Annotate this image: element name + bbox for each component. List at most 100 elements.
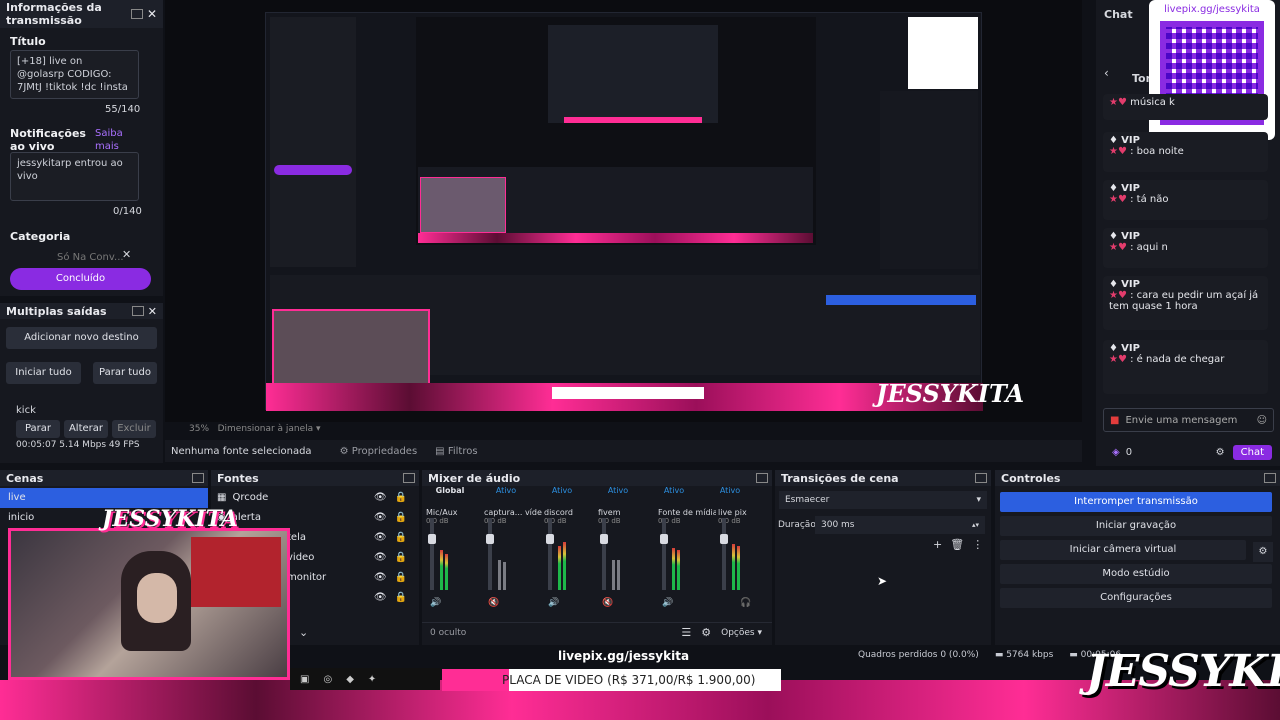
add-destination-button[interactable]: Adicionar novo destino <box>6 327 157 349</box>
lock-icon[interactable]: 🔒 <box>395 588 407 608</box>
float-icon[interactable] <box>1264 473 1276 483</box>
notifications-input[interactable]: jessykitarp entrou ao vivo <box>10 152 139 201</box>
nested-left-panel <box>270 17 356 267</box>
gem-icon: ♦ <box>1109 343 1118 354</box>
category-clear-icon[interactable]: ✕ <box>122 248 131 261</box>
gem-icon: ♦ <box>1109 279 1118 290</box>
start-recording-button[interactable]: Iniciar gravação <box>1000 516 1272 536</box>
lock-icon[interactable]: 🔒 <box>395 488 407 508</box>
float-icon[interactable] <box>403 473 415 483</box>
app-icon[interactable]: ◆ <box>346 674 354 685</box>
scene-item-live[interactable]: live <box>0 488 208 508</box>
transition-select[interactable]: Esmaecer ▾ <box>779 491 987 509</box>
list-icon[interactable]: ☰ <box>681 626 691 639</box>
mixer-channel: Mic/Aux 0.0 dB 🔊 <box>426 508 484 608</box>
preview-area[interactable]: JESSYKITA 35% Dimensionar à janela ▾ <box>165 0 1082 434</box>
stop-button[interactable]: Parar <box>16 420 60 438</box>
channel-db: 0.0 dB <box>426 517 449 525</box>
close-icon[interactable]: ✕ <box>148 305 157 318</box>
float-icon[interactable] <box>130 9 143 19</box>
points-icon[interactable]: ◈ <box>1112 447 1120 458</box>
qr-icon: ▦ <box>217 492 227 503</box>
gear-icon[interactable]: ⚙ <box>1253 542 1273 562</box>
eye-icon[interactable]: 👁 <box>374 488 387 508</box>
browser-icon[interactable]: ◎ <box>323 674 332 685</box>
epic-games-icon[interactable]: ▣ <box>300 674 309 685</box>
eye-icon[interactable]: 👁 <box>374 508 387 528</box>
output-stats: 00:05:07 5.14 Mbps 49 FPS <box>16 440 140 450</box>
delete-button[interactable]: Excluir <box>112 420 156 438</box>
hidden-count: 0 oculto <box>430 627 467 638</box>
muted-speaker-icon[interactable]: 🔇 <box>602 598 613 608</box>
speaker-icon[interactable]: 🔊 <box>548 598 559 608</box>
back-icon[interactable]: ‹ <box>1104 66 1109 80</box>
title-input[interactable]: [+18] live on @golasrp CODIGO: 7JMtJ !ti… <box>10 50 139 99</box>
start-all-button[interactable]: Iniciar tudo <box>6 362 81 384</box>
livepix-text: livepix.gg/jessykita <box>558 649 690 663</box>
app-icon[interactable]: ✦ <box>368 674 376 685</box>
multiple-outputs-title: Multiplas saídas <box>6 304 107 318</box>
done-button[interactable]: Concluído <box>10 268 151 290</box>
lock-icon[interactable]: 🔒 <box>395 568 407 588</box>
mixer-channel: live pix 0.0 dB 🎧 <box>718 508 776 608</box>
chat-button[interactable]: Chat <box>1232 444 1272 460</box>
mixer-tab-active[interactable]: Ativo <box>702 486 758 496</box>
properties-button[interactable]: ⚙ Propriedades <box>340 446 418 457</box>
brand-logo: JESSYKITA <box>1086 646 1280 697</box>
mixer-tab-active[interactable]: Ativo <box>478 486 534 496</box>
eye-icon[interactable]: 👁 <box>374 528 387 548</box>
options-button[interactable]: Opções ▾ <box>721 628 762 638</box>
gem-icon: ♦ <box>1109 183 1118 194</box>
category-value: Só Na Conv... <box>57 252 124 263</box>
gear-icon[interactable]: ⚙ <box>1216 447 1225 458</box>
lock-icon[interactable]: 🔒 <box>395 548 407 568</box>
source-toolbar: Nenhuma fonte selecionada ⚙ Propriedades… <box>165 440 1082 462</box>
add-icon[interactable]: + <box>933 538 942 551</box>
gear-icon[interactable]: ⚙ <box>701 626 711 639</box>
float-icon[interactable] <box>975 473 987 483</box>
mixer-tab-global[interactable]: Global <box>422 486 478 496</box>
chat-input[interactable]: ■ Envie uma mensagem ☺ <box>1103 408 1274 432</box>
float-icon[interactable] <box>131 306 144 316</box>
notifications-char-count: 0/140 <box>113 206 142 217</box>
chevron-down-icon[interactable]: ⌄ <box>299 626 308 639</box>
trash-icon[interactable]: 🗑 <box>950 538 964 551</box>
speaker-icon[interactable]: 🔊 <box>662 598 673 608</box>
speaker-icon[interactable]: 🔊 <box>430 598 441 608</box>
float-icon[interactable] <box>192 473 204 483</box>
filters-button[interactable]: ▤ Filtros <box>435 446 477 457</box>
muted-speaker-icon[interactable]: 🔇 <box>488 598 499 608</box>
mixer-tab-active[interactable]: Ativo <box>534 486 590 496</box>
more-icon[interactable]: ⋮ <box>972 538 983 551</box>
change-button[interactable]: Alterar <box>64 420 108 438</box>
close-icon[interactable]: ✕ <box>147 7 157 21</box>
multiple-outputs-panel: Multiplas saídas ✕ Adicionar novo destin… <box>0 303 163 463</box>
duration-input[interactable]: 300 ms ▴▾ <box>815 516 985 534</box>
taskbar: ▣ ◎ ◆ ✦ <box>290 668 440 690</box>
bitrate: ▬ 5764 kbps <box>994 650 1054 660</box>
emote-icon[interactable]: ☺ <box>1257 415 1267 426</box>
studio-mode-button[interactable]: Modo estúdio <box>1000 564 1272 584</box>
no-source-label: Nenhuma fonte selecionada <box>171 445 312 457</box>
start-virtual-camera-button[interactable]: Iniciar câmera virtual <box>1000 540 1246 560</box>
preview-zoom[interactable]: 35% Dimensionar à janela ▾ <box>189 424 321 434</box>
stepper-icon[interactable]: ▴▾ <box>972 516 979 534</box>
eye-icon[interactable]: 👁 <box>374 548 387 568</box>
lock-icon[interactable]: 🔒 <box>395 528 407 548</box>
stop-stream-button[interactable]: Interromper transmissão <box>1000 492 1272 512</box>
channel-db: 0.0 dB <box>718 517 741 525</box>
learn-more-link[interactable]: Saiba mais <box>95 127 125 153</box>
eye-icon[interactable]: 👁 <box>374 588 387 608</box>
stop-all-button[interactable]: Parar tudo <box>93 362 157 384</box>
source-item[interactable]: ◉ alerta 👁 🔒 <box>211 508 419 528</box>
lock-icon[interactable]: 🔒 <box>395 508 407 528</box>
chat-message: ★♥ música k <box>1103 94 1268 120</box>
settings-button[interactable]: Configurações <box>1000 588 1272 608</box>
source-item[interactable]: ▦ Qrcode 👁 🔒 <box>211 488 419 508</box>
float-icon[interactable] <box>756 473 768 483</box>
mixer-tab-active[interactable]: Ativo <box>590 486 646 496</box>
headphones-icon[interactable]: 🎧 <box>740 598 751 608</box>
eye-icon[interactable]: 👁 <box>374 568 387 588</box>
transmission-panel-title: Informações da transmissão <box>6 1 102 27</box>
mixer-tab-active[interactable]: Ativo <box>646 486 702 496</box>
